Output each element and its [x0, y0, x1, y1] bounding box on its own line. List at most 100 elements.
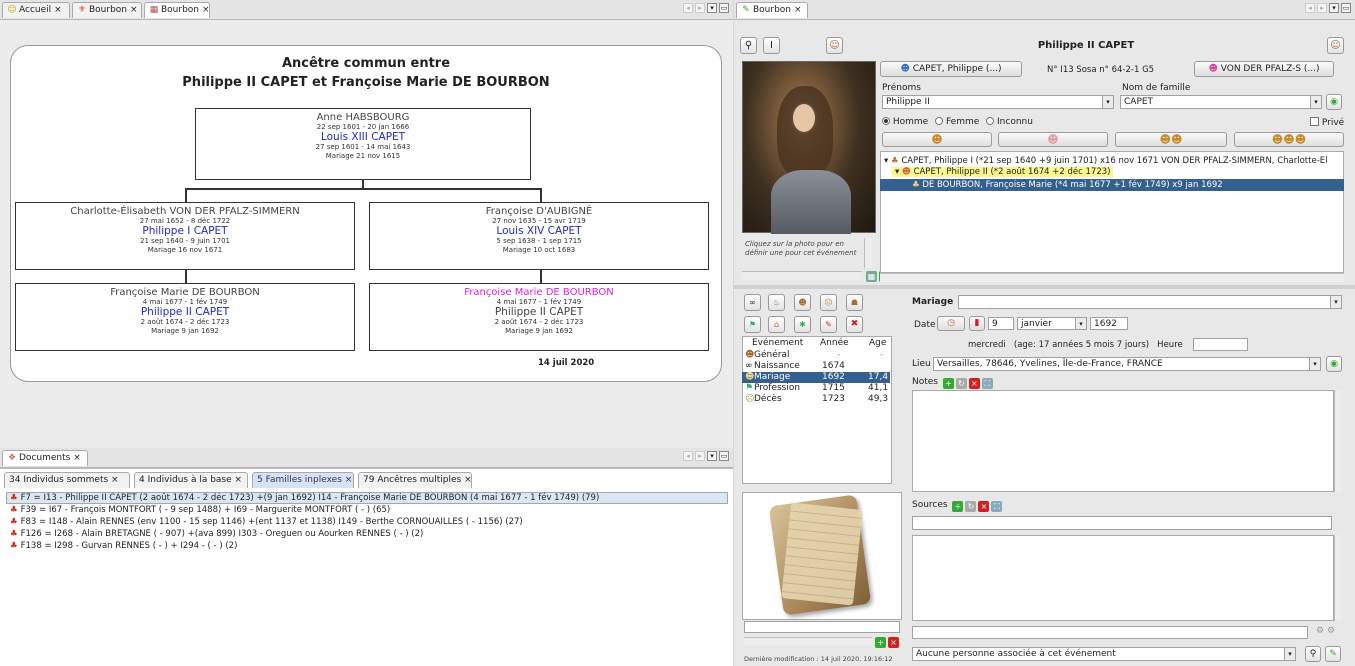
chevron-down-icon[interactable]: ▾ [1102, 96, 1113, 108]
famille-input[interactable]: CAPET ▾ [1120, 95, 1322, 109]
tab-bourbon-editor[interactable]: ✎ Bourbon × [736, 2, 808, 18]
birth-icon[interactable]: ∞ [744, 294, 761, 311]
close-icon[interactable]: × [130, 5, 138, 15]
custom-event-icon[interactable]: ✱ [794, 316, 811, 333]
sources-area[interactable] [912, 535, 1334, 621]
spouse-name[interactable]: Philippe I CAPET [16, 225, 354, 237]
father-button[interactable]: ☻ CAPET, Philippe (...) [880, 61, 1022, 77]
refresh-note-icon[interactable]: ↻ [955, 378, 967, 389]
expand-source-icon[interactable]: ⛶ [991, 501, 1003, 512]
add-icon[interactable]: + [875, 637, 886, 648]
media-caption-input[interactable] [744, 621, 900, 633]
occupation-icon[interactable]: ⚑ [744, 316, 761, 333]
spouse-name[interactable]: Louis XIII CAPET [196, 131, 530, 143]
close-icon[interactable]: × [345, 475, 353, 485]
table-row[interactable]: ♣ F83 = I148 - Alain RENNES (env 1100 - 1… [10, 517, 523, 528]
splitter[interactable] [734, 285, 1355, 289]
date-day-input[interactable]: 9 [988, 317, 1014, 330]
menu-icon[interactable]: ▾ [707, 3, 717, 13]
place-locate-icon[interactable]: ◉ [1326, 356, 1342, 372]
expand-icon[interactable]: ▾ [895, 167, 899, 177]
chevron-down-icon[interactable]: ▾ [1284, 648, 1295, 660]
delete-source-icon[interactable]: × [978, 501, 990, 512]
caption-scrollbar[interactable] [864, 238, 872, 268]
delete-event-icon[interactable]: ✖ [846, 316, 863, 333]
portrait-photo[interactable] [742, 61, 876, 234]
tab-accueil[interactable]: ☺ Accueil × [2, 2, 70, 18]
text-cursor-icon[interactable]: I [763, 37, 780, 54]
chevron-down-icon[interactable]: ▾ [1330, 296, 1341, 308]
expand-icon[interactable]: ▾ [884, 156, 888, 166]
lieu-input[interactable]: Versailles, 78646, Yvelines, Île-de-Fran… [933, 357, 1321, 371]
tab-bourbon-2[interactable]: ▦ Bourbon × [144, 2, 210, 18]
refresh-source-icon[interactable]: ↻ [965, 501, 977, 512]
maximize-icon[interactable]: ▭ [1341, 3, 1351, 13]
prev-icon[interactable]: ◂ [683, 3, 693, 13]
event-row-mariage[interactable]: ☻ Mariage 1692 17,4 [742, 372, 890, 383]
sources-scrollbar[interactable] [1334, 535, 1342, 621]
add-father-button[interactable]: ☻ [882, 132, 992, 147]
table-row[interactable]: ♣ F138 = I298 - Gurvan RENNES ( - ) + I29… [10, 541, 237, 552]
prive-checkbox[interactable] [1310, 117, 1319, 126]
notes-scrollbar[interactable] [1334, 390, 1342, 492]
close-icon[interactable]: × [54, 5, 62, 15]
prev-icon[interactable]: ◂ [683, 451, 693, 461]
association-select[interactable]: Aucune personne associée à cet événement… [912, 647, 1296, 661]
baptism-icon[interactable]: ♨ [768, 294, 785, 311]
search-icon[interactable]: ◉ [1326, 94, 1342, 110]
radio-homme[interactable] [882, 117, 890, 125]
edit-event-icon[interactable]: ✎ [820, 316, 837, 333]
add-note-icon[interactable]: + [942, 378, 954, 389]
gallery-icon[interactable]: ▦ [866, 271, 877, 282]
close-icon[interactable]: × [111, 475, 119, 485]
date-year-input[interactable]: 1692 [1090, 317, 1128, 330]
chevron-down-icon[interactable]: ▾ [1309, 358, 1320, 370]
date-qualifier-button[interactable]: ◷ [937, 316, 965, 331]
descendant-box-left[interactable]: Françoise Marie DE BOURBON 4 mai 1677 - … [15, 283, 355, 351]
menu-icon[interactable]: ▾ [1329, 3, 1339, 13]
burial-icon[interactable]: ☗ [846, 294, 863, 311]
menu-icon[interactable]: ▾ [707, 451, 717, 461]
close-icon[interactable]: × [794, 5, 802, 15]
maximize-icon[interactable]: ▭ [719, 451, 729, 461]
expand-note-icon[interactable]: ⛶ [981, 378, 993, 389]
residence-icon[interactable]: ⌂ [768, 316, 785, 333]
link-person-icon[interactable]: ⚲ [1305, 646, 1321, 662]
table-row[interactable]: ♣ F7 = I13 - Philippe II CAPET (2 août 16… [10, 493, 599, 504]
radio-inconnu[interactable] [986, 117, 995, 125]
family-tree-item-selected[interactable]: ♣ DE BOURBON, Françoise Marie (*4 mai 16… [880, 179, 1344, 191]
association-note-input[interactable] [912, 626, 1308, 639]
subtab-familles-inplexes[interactable]: 5 Familles inplexes × [252, 472, 354, 488]
event-row-general[interactable]: ☻ Général - - [742, 350, 890, 361]
event-row-naissance[interactable]: ∞ Naissance 1674 [742, 361, 890, 372]
add-mother-button[interactable]: ☻ [998, 132, 1108, 147]
tab-documents[interactable]: ❖ Documents × [2, 450, 88, 466]
sources-input[interactable] [912, 516, 1332, 530]
link-icon[interactable]: ⚲ [740, 37, 757, 54]
next-icon[interactable]: ▸ [695, 3, 705, 13]
close-icon[interactable]: × [464, 475, 472, 485]
ancestor-box-top[interactable]: Anne HABSBOURG 22 sep 1601 - 20 jan 1666… [195, 108, 531, 180]
chevron-down-icon[interactable]: ▾ [1075, 318, 1086, 329]
subtab-individus-sommets[interactable]: 34 Individus sommets × [4, 472, 130, 488]
person-edit-icon[interactable]: ☺ [1327, 37, 1344, 54]
lock-icon[interactable]: ⚙ [1316, 626, 1324, 636]
family-tree-item[interactable]: ▾ ☻ CAPET, Philippe II (*2 août 1674 +2 … [892, 167, 1114, 177]
delete-icon[interactable]: × [888, 637, 899, 648]
family-tree-item[interactable]: ▾ ♣ CAPET, Philippe I (*21 sep 1640 +9 j… [884, 156, 1342, 166]
time-input[interactable] [1193, 338, 1248, 351]
event-row-profession[interactable]: ⚑ Profession 1715 41,1 [742, 383, 890, 394]
mother-button[interactable]: ☻ VON DER PFALZ-S (...) [1194, 61, 1334, 77]
date-month-select[interactable]: janvier ▾ [1017, 317, 1087, 330]
photo-hscroll[interactable] [742, 271, 862, 280]
table-row[interactable]: ♣ F126 = I268 - Alain BRETAGNE ( - 907) +… [10, 529, 423, 540]
edit-person-icon[interactable]: ✎ [1325, 646, 1341, 662]
add-children-button[interactable]: ☻☻☻ [1234, 132, 1344, 147]
marriage-icon[interactable]: ☻ [794, 294, 811, 311]
spouse-name[interactable]: Philippe II CAPET [16, 306, 354, 318]
close-icon[interactable]: × [202, 5, 210, 15]
ancestor-box-mid-right[interactable]: Françoise D'AUBIGNÉ 27 nov 1635 - 15 avr… [369, 202, 709, 270]
maximize-icon[interactable]: ▭ [719, 3, 729, 13]
ancestor-box-mid-left[interactable]: Charlotte-Élisabeth VON DER PFALZ-SIMMER… [15, 202, 355, 270]
death-icon[interactable]: ☹ [820, 294, 837, 311]
